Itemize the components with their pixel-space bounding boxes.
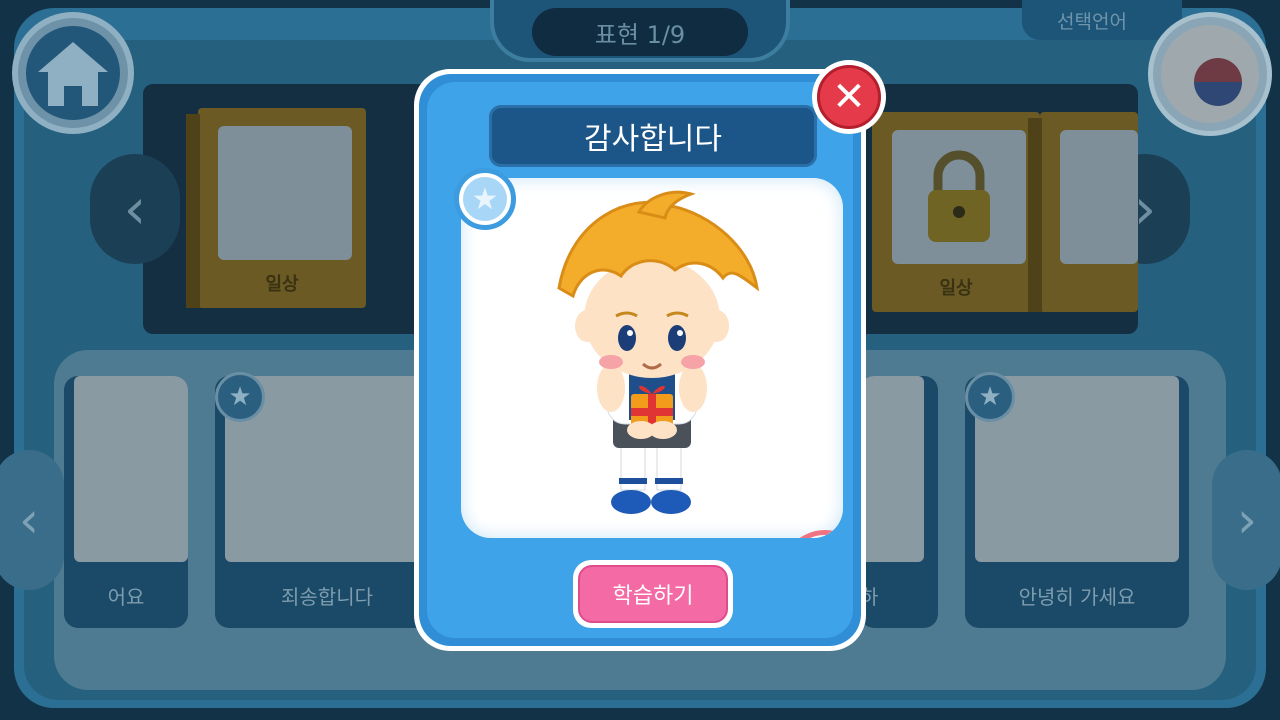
close-icon: ✕ bbox=[817, 65, 881, 129]
star-icon: ★ bbox=[463, 177, 507, 221]
game-screen: 표현 1/9 선택언어 ‹ › 일상 일상 ‹ › 어요 죄송합니다 ★ 하 안… bbox=[0, 0, 1280, 720]
popup-title: 감사합니다 bbox=[489, 105, 817, 167]
learn-button-label: 학습하기 bbox=[578, 565, 728, 623]
close-button[interactable]: ✕ bbox=[812, 60, 886, 134]
boy-character bbox=[557, 190, 760, 514]
expression-picture: OK bbox=[461, 178, 843, 538]
learn-button[interactable]: 학습하기 bbox=[573, 560, 733, 628]
expression-popup: 감사합니다 학습하기 bbox=[414, 69, 866, 651]
favorite-star-button[interactable]: ★ bbox=[454, 168, 516, 230]
